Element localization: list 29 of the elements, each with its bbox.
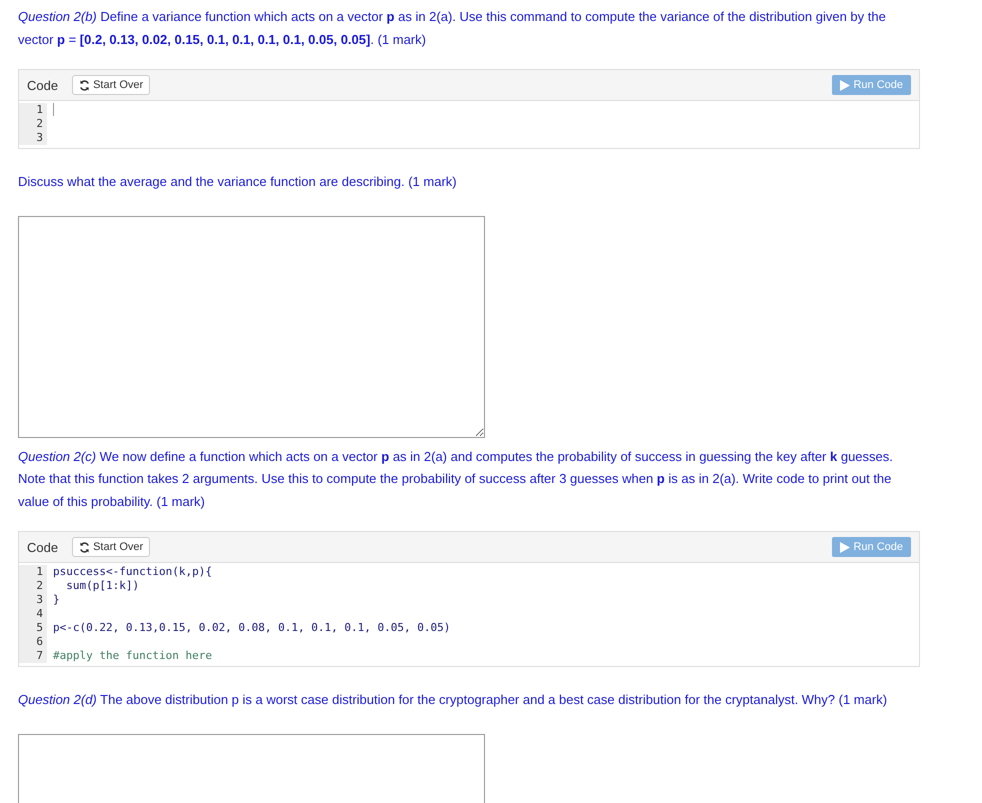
- line-number: 3: [19, 131, 47, 145]
- text-cursor: [53, 103, 54, 116]
- line-number: 1: [19, 565, 47, 579]
- code-line: psuccess<-function(k,p){: [52, 565, 212, 579]
- start-over-button[interactable]: Start Over: [72, 537, 150, 557]
- play-icon: [840, 80, 850, 90]
- code-label: Code: [27, 78, 58, 92]
- line-number: 1: [19, 103, 47, 117]
- line-number: 4: [19, 607, 47, 621]
- code-line: p<-c(0.22, 0.13,0.15, 0.02, 0.08, 0.1, 0.1, 0.1, 0.05, 0.05): [52, 621, 450, 635]
- code-line: }: [52, 593, 60, 607]
- line-number: 5: [19, 621, 47, 635]
- answer-box[interactable]: [18, 216, 485, 438]
- line-number: 2: [19, 117, 47, 131]
- line-number: 3: [19, 593, 47, 607]
- line-number: 7: [19, 649, 47, 663]
- question-text: Question 2(d) The above distribution p is a worst case distribution for the cryptographer and a best case distribution for the cryptanalyst. Why? (1 mark): [18, 691, 888, 709]
- line-number: 6: [19, 635, 47, 649]
- start-over-button[interactable]: Start Over: [72, 75, 150, 95]
- question-text: Discuss what the average and the variance function are describing. (1 mark): [18, 173, 458, 191]
- refresh-icon: [79, 80, 90, 90]
- question-text: Question 2(b) Define a variance function which acts on a vector p as in 2(a). Use this command to compute the variance of the distribution given by the vector p = [0.2, 0.13, 0.02, 0.15, 0.1, 0.1, 0.1, 0.1, 0.05, 0.05]. (1 mark): [18, 8, 887, 49]
- play-icon: [840, 542, 850, 552]
- code-line: #apply the function here: [52, 649, 212, 663]
- refresh-icon: [79, 542, 90, 552]
- code-label: Code: [27, 540, 58, 554]
- question-text: Question 2(c) We now define a function which acts on a vector p as in 2(a) and computes the probability of success in guessing the key after k guesses. Note that this function takes 2 arguments. Use this to compute the probability of success after 3 guesses when p is as in 2(a). Write code to print out the value of this probability. (1 mark): [18, 448, 894, 511]
- line-number: 2: [19, 579, 47, 593]
- code-line: sum(p[1:k]): [65, 579, 140, 593]
